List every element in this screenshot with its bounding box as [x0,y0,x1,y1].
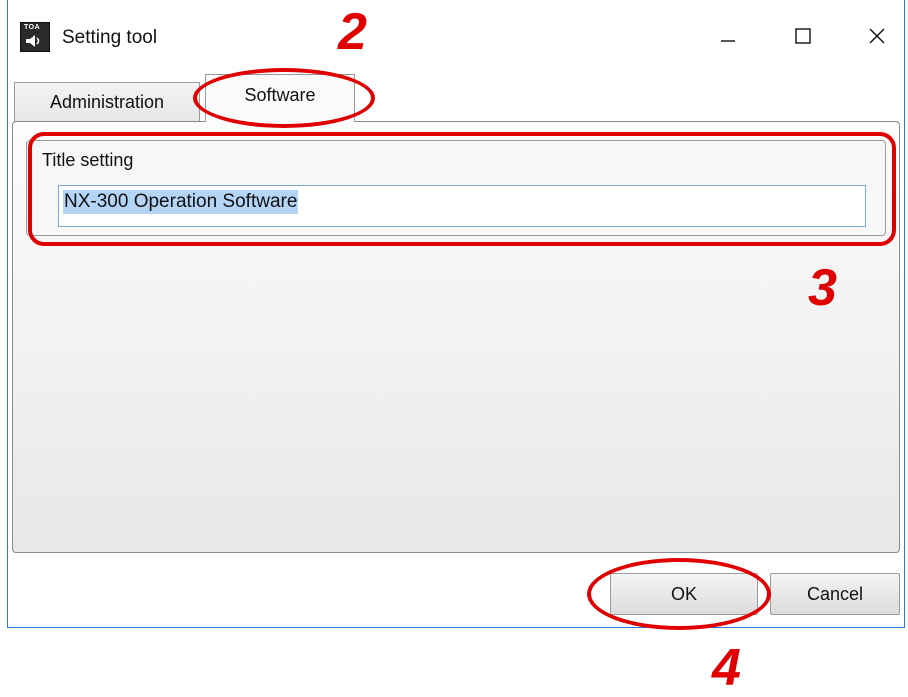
app-icon: TOA [20,22,50,52]
tab-software[interactable]: Software [205,74,355,122]
tab-software-label: Software [244,85,316,105]
title-setting-label: Title setting [42,150,134,170]
app-icon-logo: TOA [24,24,41,31]
maximize-icon [795,28,811,44]
cancel-button[interactable]: Cancel [770,573,900,615]
annotation-step-3: 3 [808,259,837,317]
minimize-icon [721,40,735,42]
annotation-step-4: 4 [712,639,741,697]
ok-button[interactable]: OK [610,573,758,615]
title-bar[interactable]: TOA Setting tool [8,0,904,74]
tab-administration-label: Administration [49,92,165,112]
close-button[interactable] [854,16,900,56]
minimize-button[interactable] [705,16,751,56]
title-input[interactable]: NX-300 Operation Software [58,185,866,227]
tab-administration[interactable]: Administration [14,82,200,122]
maximize-button[interactable] [780,16,826,56]
close-icon [869,28,885,44]
title-input-value: NX-300 Operation Software [63,190,299,214]
speaker-icon [26,35,40,47]
annotation-step-2: 2 [338,3,367,61]
window-title: Setting tool [62,27,158,48]
